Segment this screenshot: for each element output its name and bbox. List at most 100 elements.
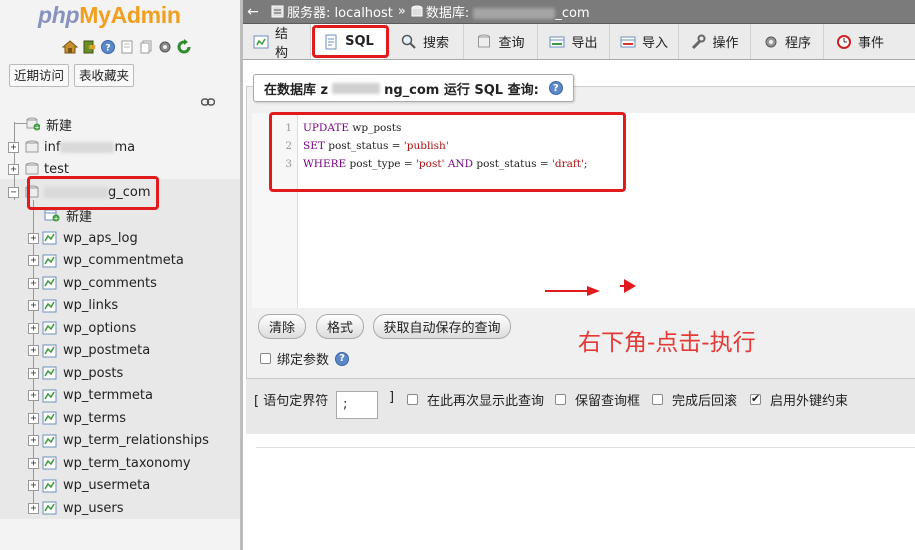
collapse-icon[interactable]: − [8, 186, 19, 198]
panel-divider[interactable] [240, 0, 243, 550]
retain-query-box-option[interactable]: 保留查询框 [555, 390, 640, 409]
autosave-query-button[interactable]: 获取自动保存的查询 [373, 314, 511, 339]
svg-text:+: + [34, 124, 40, 132]
expand-icon[interactable]: + [28, 277, 39, 289]
table-icon [42, 276, 57, 290]
expand-icon[interactable]: + [28, 412, 39, 424]
tree-item-new[interactable]: + 新建 [26, 113, 72, 135]
link-chain-icon[interactable] [200, 96, 216, 111]
routines-icon [763, 34, 779, 50]
home-icon[interactable] [61, 39, 78, 56]
tab-search[interactable]: 搜索 [387, 24, 464, 59]
settings-gear-icon[interactable] [156, 39, 173, 56]
favorites-button[interactable]: 表收藏夹 [74, 64, 134, 87]
search-icon [401, 34, 417, 50]
tree-item-table[interactable]: + wp_links [28, 295, 118, 317]
docs-icon[interactable] [118, 39, 135, 56]
tree-item-new-table[interactable]: + 新建 [44, 204, 92, 226]
tree-item-table[interactable]: + wp_aps_log [28, 227, 138, 249]
tree-item-selected-db[interactable]: − g_com [8, 181, 151, 203]
delimiter-input[interactable]: ; [336, 391, 378, 419]
help-icon[interactable]: ? [548, 81, 563, 95]
tree-item-table[interactable]: + wp_terms [28, 407, 126, 429]
tab-operations[interactable]: 操作 [679, 24, 751, 59]
expand-icon[interactable]: + [28, 300, 39, 311]
foreign-key-option[interactable]: 启用外键约束 [750, 390, 848, 409]
wrench-icon [690, 34, 706, 50]
reload-icon[interactable] [175, 39, 192, 56]
tree-item-information-schema[interactable]: + inf ma [8, 136, 135, 158]
tab-events[interactable]: 事件 [824, 24, 896, 59]
breadcrumb-server[interactable]: 服务器: localhost [287, 2, 393, 21]
expand-icon[interactable]: + [8, 163, 19, 175]
retain-query-box-checkbox[interactable] [555, 394, 566, 405]
expand-icon[interactable]: + [28, 345, 39, 356]
tab-import[interactable]: 导入 [610, 24, 679, 59]
database-icon [25, 140, 39, 153]
show-query-again-checkbox[interactable] [407, 394, 418, 405]
breadcrumb-database[interactable]: 数据库: _com [426, 2, 590, 21]
logout-icon[interactable] [80, 39, 97, 56]
table-icon [42, 389, 57, 402]
expand-icon[interactable]: + [28, 367, 39, 379]
tree-item-table[interactable]: + wp_postmeta [28, 340, 150, 362]
table-icon [42, 321, 57, 335]
delimiter-close: ] [389, 390, 395, 405]
tab-query[interactable]: 查询 [464, 24, 538, 59]
show-query-again-option[interactable]: 在此再次显示此查询 [407, 390, 544, 409]
tree-item-table[interactable]: + wp_term_taxonomy [28, 452, 191, 474]
new-table-icon: + [44, 209, 60, 223]
expand-icon[interactable]: + [8, 141, 19, 153]
sql-legend: 在数据库 z ng_com 运行 SQL 查询: ? [253, 74, 574, 102]
rollback-checkbox[interactable] [652, 394, 663, 405]
red-arrow-annotation [545, 279, 636, 296]
tree-item-table[interactable]: + wp_options [28, 317, 136, 339]
database-icon [411, 5, 423, 17]
new-db-icon: + [26, 117, 40, 131]
collapse-arrow-icon[interactable]: ← [243, 4, 263, 20]
tab-export[interactable]: 导出 [538, 24, 610, 59]
copy-icon[interactable] [137, 39, 154, 56]
tree-item-table[interactable]: + wp_term_relationships [28, 430, 209, 452]
format-button[interactable]: 格式 [316, 314, 364, 339]
help-icon[interactable]: ? [335, 351, 350, 366]
rollback-option[interactable]: 完成后回滚 [652, 390, 737, 409]
tree-item-table[interactable]: + wp_users [28, 497, 124, 519]
expand-icon[interactable]: + [28, 457, 39, 469]
code-line-3: WHERE post_type = 'post' AND post_status… [303, 158, 588, 170]
expand-icon[interactable]: + [28, 502, 39, 514]
tab-bar: 结构 SQL 搜索 查询 导出 导入 操作 程序 事件 [243, 24, 915, 61]
help-icon[interactable]: ? [99, 39, 116, 56]
foreign-key-checkbox[interactable] [750, 392, 761, 405]
expand-icon[interactable]: + [28, 232, 39, 244]
breadcrumb-bar: ← 服务器: localhost » 数据库: _com [243, 0, 915, 24]
expand-icon[interactable]: + [28, 435, 39, 446]
tree-item-test[interactable]: + test [8, 158, 69, 180]
table-icon [42, 231, 57, 245]
clear-button[interactable]: 清除 [258, 314, 306, 339]
code-line-2: SET post_status = 'publish' [303, 140, 449, 152]
code-line-1: UPDATE wp_posts [303, 122, 402, 134]
tab-structure[interactable]: 结构 [243, 24, 311, 61]
table-icon [42, 456, 57, 470]
table-icon [42, 479, 57, 492]
navigation-panel: phpMyAdmin ? 近期访问 表收藏夹 + 新建 + inf ma + t… [0, 0, 240, 550]
expand-icon[interactable]: + [28, 322, 39, 334]
tab-routines[interactable]: 程序 [751, 24, 824, 59]
bind-parameters-checkbox[interactable] [260, 353, 271, 364]
tree-item-table[interactable]: + wp_posts [28, 362, 123, 384]
expand-icon[interactable]: + [28, 255, 39, 266]
expand-icon[interactable]: + [28, 480, 39, 491]
database-icon [25, 185, 39, 198]
tree-item-table[interactable]: + wp_usermeta [28, 475, 150, 497]
tree-item-table[interactable]: + wp_commentmeta [28, 250, 184, 272]
phpmyadmin-logo[interactable]: phpMyAdmin [38, 2, 181, 29]
tab-sql[interactable]: SQL [311, 24, 387, 59]
svg-text:+: + [53, 215, 59, 223]
tree-item-table[interactable]: + wp_comments [28, 272, 157, 294]
recent-button[interactable]: 近期访问 [9, 64, 69, 87]
events-clock-icon [836, 34, 852, 50]
tree-item-table[interactable]: + wp_termmeta [28, 385, 153, 407]
table-icon [42, 501, 57, 515]
expand-icon[interactable]: + [28, 390, 39, 401]
